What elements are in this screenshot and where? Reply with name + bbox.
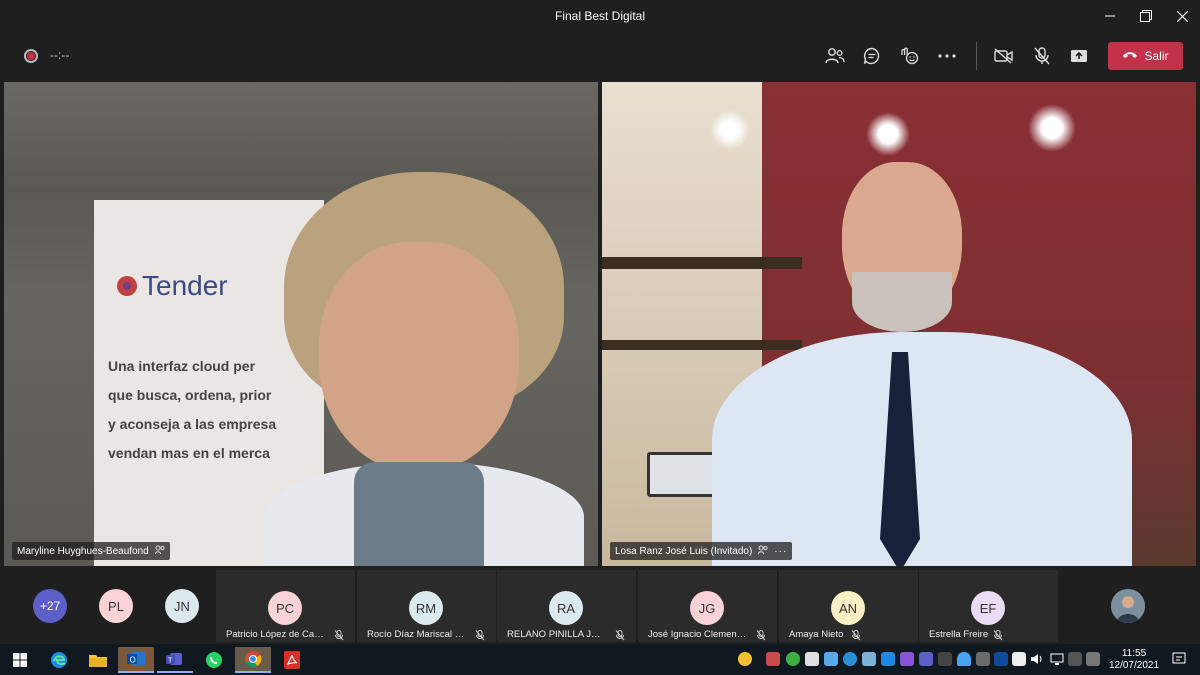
video-tile-participant-2[interactable]: Losa Ranz José Luis (Invitado) ··· (602, 82, 1196, 566)
tray-app-icon[interactable] (938, 652, 952, 666)
participant-name: Patricio López de Carri... (226, 629, 326, 640)
meeting-toolbar: --:-- Salir (0, 32, 1200, 80)
banner-text: Una interfaz cloud per que busca, ordena… (108, 352, 276, 468)
window-title: Final Best Digital (554, 9, 646, 23)
tray-teams-icon[interactable] (919, 652, 933, 666)
banner-logo: Tender (116, 270, 228, 302)
participant-name: Losa Ranz José Luis (Invitado) (615, 545, 753, 557)
avatar: PC (268, 591, 302, 625)
participant-name: José Ignacio Clemente... (648, 629, 748, 640)
banner-line: que busca, ordena, prior (108, 387, 272, 403)
participant-card[interactable]: EF Estrella Freire (919, 570, 1058, 642)
participant-card[interactable]: RM Rocío Díaz Mariscal (I... (357, 570, 496, 642)
tray-outlook-icon[interactable] (994, 652, 1008, 666)
banner-line: vendan mas en el merca (108, 445, 270, 461)
participant-card[interactable]: RA RELANO PINILLA JUA... (497, 570, 636, 642)
light-glow (1028, 104, 1076, 152)
tray-app-icon[interactable] (824, 652, 838, 666)
light-glow (710, 110, 750, 150)
participant-name-tag: Losa Ranz José Luis (Invitado) ··· (610, 542, 793, 560)
participant-card[interactable]: JG José Ignacio Clemente... (638, 570, 777, 642)
avatar: RA (549, 591, 583, 625)
close-button[interactable] (1164, 0, 1200, 32)
meeting-timer: --:-- (50, 48, 70, 62)
pdf-reader-icon[interactable] (274, 647, 310, 673)
camera-off-icon[interactable] (992, 44, 1016, 68)
tray-app-icon[interactable] (900, 652, 914, 666)
participant-name-tag: Maryline Huyghues-Beaufond (12, 542, 170, 560)
title-bar: Final Best Digital (0, 0, 1200, 32)
participant-name: RELANO PINILLA JUA... (507, 629, 607, 640)
chat-icon[interactable] (860, 44, 884, 68)
battery-icon[interactable] (1068, 652, 1082, 666)
volume-icon[interactable] (1030, 652, 1044, 666)
start-button[interactable] (2, 647, 38, 673)
microphone-off-icon[interactable] (1030, 44, 1054, 68)
clock-time: 11:55 (1121, 648, 1147, 659)
tray-app-icon[interactable] (766, 652, 780, 666)
tray-app-icon[interactable] (881, 652, 895, 666)
tray-app-icon[interactable] (1012, 652, 1026, 666)
org-icon (154, 545, 165, 557)
minimize-button[interactable] (1092, 0, 1128, 32)
participant-name: Maryline Huyghues-Beaufond (17, 545, 149, 557)
overflow-count[interactable]: +27 (33, 589, 67, 623)
restore-button[interactable] (1128, 0, 1164, 32)
self-avatar[interactable] (1111, 589, 1145, 623)
participant-name: Rocío Díaz Mariscal (I... (367, 629, 467, 640)
clock-date: 12/07/2021 (1108, 660, 1160, 671)
person-silhouette (712, 162, 1132, 566)
avatar: EF (971, 591, 1005, 625)
avatar[interactable]: JN (165, 589, 199, 623)
more-options-icon[interactable] (935, 44, 959, 68)
edge-icon[interactable] (41, 647, 77, 673)
phone-hangup-icon (1122, 49, 1138, 63)
leave-button[interactable]: Salir (1108, 42, 1183, 70)
outlook-icon[interactable]: O (118, 647, 154, 673)
network-icon[interactable] (1050, 652, 1064, 666)
org-icon (758, 545, 768, 557)
more-icon[interactable]: ··· (774, 546, 787, 557)
onedrive-icon[interactable] (957, 652, 971, 666)
avatar: JG (690, 591, 724, 625)
taskbar: O T 11:55 12/07/2021 (0, 644, 1200, 675)
banner-line: y aconseja a las empresa (108, 416, 277, 432)
banner-line: Una interfaz cloud per (108, 358, 256, 374)
teams-icon[interactable]: T (157, 647, 193, 673)
svg-text:O: O (130, 656, 136, 665)
svg-text:T: T (167, 657, 173, 665)
tray-app-icon[interactable] (862, 652, 876, 666)
toolbar-divider (976, 42, 977, 70)
light-glow (866, 112, 910, 156)
participants-icon[interactable] (823, 44, 847, 68)
tray-check-icon[interactable] (786, 652, 800, 666)
avatar: RM (409, 591, 443, 625)
participant-name: Amaya Nieto (789, 629, 844, 640)
avatar[interactable]: PL (99, 589, 133, 623)
share-screen-icon[interactable] (1067, 44, 1091, 68)
participants-strip: +27 PL JN PC Patricio López de Carri... … (0, 568, 1200, 644)
person-silhouette (264, 172, 584, 566)
participant-card[interactable]: AN Amaya Nieto (779, 570, 918, 642)
whatsapp-icon[interactable] (196, 647, 232, 673)
video-tile-participant-1[interactable]: Tender Una interfaz cloud per que busca,… (4, 82, 598, 566)
participant-card[interactable]: PC Patricio López de Carri... (216, 570, 355, 642)
system-clock[interactable]: 11:55 12/07/2021 (1104, 648, 1164, 672)
tray-app-icon[interactable] (1086, 652, 1100, 666)
file-explorer-icon[interactable] (80, 647, 116, 673)
laptop (647, 452, 717, 497)
banner-brand: Tender (142, 270, 228, 301)
chrome-icon[interactable] (235, 647, 271, 673)
participant-name: Estrella Freire (929, 629, 989, 640)
reactions-icon[interactable] (897, 44, 921, 68)
tray-app-icon[interactable] (843, 652, 857, 666)
leave-label: Salir (1144, 49, 1169, 63)
emoji-tray-icon[interactable] (738, 652, 752, 666)
recording-icon (24, 49, 38, 63)
notifications-icon[interactable] (1172, 652, 1186, 666)
tray-app-icon[interactable] (805, 652, 819, 666)
tray-app-icon[interactable] (976, 652, 990, 666)
avatar: AN (831, 591, 865, 625)
